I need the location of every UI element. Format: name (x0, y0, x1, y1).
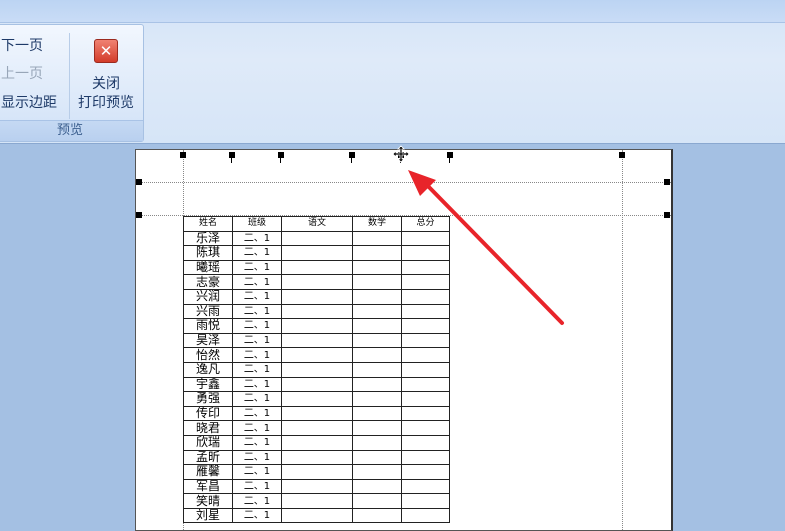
arrow-shaft (423, 181, 564, 325)
red-arrow-annotation (408, 170, 564, 325)
move-cursor-icon (392, 145, 410, 163)
